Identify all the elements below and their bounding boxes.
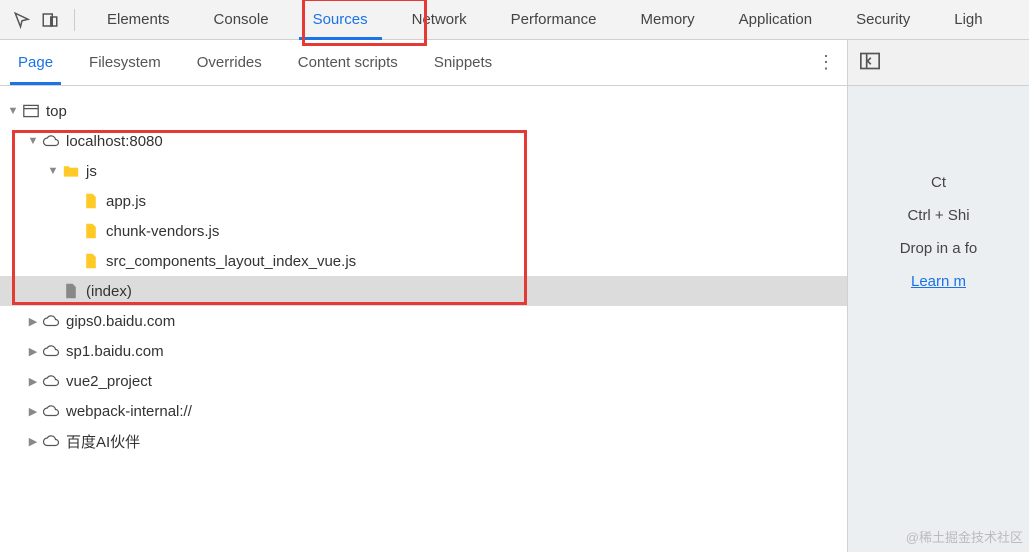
tree-label: sp1.baidu.com (66, 343, 164, 360)
tree-label: localhost:8080 (66, 133, 163, 150)
chevron-right-icon: ▶ (26, 434, 40, 448)
tab-sources[interactable]: Sources (291, 0, 390, 40)
sources-sub-row: Page Filesystem Overrides Content script… (0, 40, 1029, 86)
more-icon[interactable]: ⋮ (817, 52, 835, 73)
editor-empty-panel: Ct Ctrl + Shi Drop in a fo Learn m (848, 86, 1029, 552)
tree-node-js-folder[interactable]: ▼ js (0, 156, 847, 186)
file-tree-panel: ▼ top ▼ localhost:8080 ▼ js ▼ app (0, 86, 848, 552)
tab-application[interactable]: Application (717, 0, 834, 40)
subtab-filesystem[interactable]: Filesystem (71, 40, 179, 85)
file-icon (82, 192, 100, 210)
tree-node-webpack[interactable]: ▶ webpack-internal:// (0, 396, 847, 426)
tree-node-gips0[interactable]: ▶ gips0.baidu.com (0, 306, 847, 336)
devtools-main-tabs: Elements Console Sources Network Perform… (0, 0, 1029, 40)
tree-label: app.js (106, 193, 146, 210)
cloud-icon (42, 402, 60, 420)
file-icon (82, 222, 100, 240)
tree-label: src_components_layout_index_vue.js (106, 253, 356, 270)
cloud-icon (42, 342, 60, 360)
tab-console[interactable]: Console (192, 0, 291, 40)
tree-node-file-src-comp[interactable]: ▼ src_components_layout_index_vue.js (0, 246, 847, 276)
file-icon (82, 252, 100, 270)
tree-node-sp1[interactable]: ▶ sp1.baidu.com (0, 336, 847, 366)
page-icon (62, 282, 80, 300)
subtab-overrides[interactable]: Overrides (179, 40, 280, 85)
subtab-content-scripts[interactable]: Content scripts (280, 40, 416, 85)
chevron-down-icon: ▼ (26, 134, 40, 148)
side-panel-toggle-area (848, 40, 1029, 85)
hint-drop: Drop in a fo (900, 240, 978, 257)
tree-node-file-chunk[interactable]: ▼ chunk-vendors.js (0, 216, 847, 246)
subtab-snippets[interactable]: Snippets (416, 40, 510, 85)
toggle-panel-icon[interactable] (860, 52, 880, 73)
cloud-icon (42, 372, 60, 390)
tab-lighthouse[interactable]: Ligh (932, 0, 1004, 40)
hint-ctrl-shift: Ctrl + Shi (907, 207, 969, 224)
watermark: @稀土掘金技术社区 (906, 527, 1023, 546)
tab-security[interactable]: Security (834, 0, 932, 40)
cloud-icon (42, 312, 60, 330)
tab-memory[interactable]: Memory (619, 0, 717, 40)
hint-ctrl: Ct (931, 174, 946, 191)
tree-node-localhost[interactable]: ▼ localhost:8080 (0, 126, 847, 156)
chevron-right-icon: ▶ (26, 374, 40, 388)
divider (74, 9, 75, 31)
tree-label: 百度AI伙伴 (66, 431, 140, 452)
tree-label: gips0.baidu.com (66, 313, 175, 330)
cloud-icon (42, 132, 60, 150)
tab-performance[interactable]: Performance (489, 0, 619, 40)
chevron-right-icon: ▶ (26, 314, 40, 328)
chevron-right-icon: ▶ (26, 344, 40, 358)
subtab-page[interactable]: Page (0, 40, 71, 85)
tree-node-top[interactable]: ▼ top (0, 96, 847, 126)
chevron-right-icon: ▶ (26, 404, 40, 418)
tree-label: js (86, 163, 97, 180)
tree-label: chunk-vendors.js (106, 223, 219, 240)
sources-sub-tabs: Page Filesystem Overrides Content script… (0, 40, 848, 85)
tree-label: webpack-internal:// (66, 403, 192, 420)
device-toggle-icon[interactable] (36, 6, 64, 34)
tree-label: (index) (86, 283, 132, 300)
tree-node-index[interactable]: ▼ (index) (0, 276, 847, 306)
sources-content: ▼ top ▼ localhost:8080 ▼ js ▼ app (0, 86, 1029, 552)
link-learn-more[interactable]: Learn m (911, 273, 966, 290)
tab-elements[interactable]: Elements (85, 0, 192, 40)
cloud-icon (42, 432, 60, 450)
tab-network[interactable]: Network (390, 0, 489, 40)
chevron-down-icon: ▼ (6, 104, 20, 118)
tree-label: vue2_project (66, 373, 152, 390)
chevron-down-icon: ▼ (46, 164, 60, 178)
tree-node-vue2[interactable]: ▶ vue2_project (0, 366, 847, 396)
tree-node-baidu-ai[interactable]: ▶ 百度AI伙伴 (0, 426, 847, 456)
tree-node-file-app[interactable]: ▼ app.js (0, 186, 847, 216)
tree-label: top (46, 103, 67, 120)
inspect-icon[interactable] (8, 6, 36, 34)
folder-icon (62, 162, 80, 180)
window-icon (22, 102, 40, 120)
